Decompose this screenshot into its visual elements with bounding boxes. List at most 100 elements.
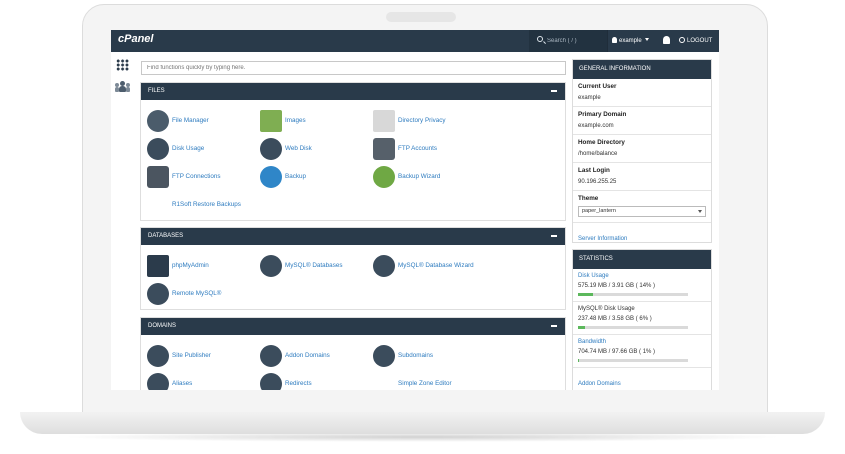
username-label: example xyxy=(619,38,642,44)
addon-domain-icon xyxy=(260,345,282,367)
bandwidth-progress-fill xyxy=(578,359,580,362)
disk-usage-stat-link[interactable]: Disk Usage xyxy=(578,273,706,279)
mysql-disk-usage-progress-fill xyxy=(578,326,585,329)
home-directory-label: Home Directory xyxy=(578,139,625,146)
directory-privacy-label: Directory Privacy xyxy=(398,117,446,124)
files-panel: FILES File Manager Images Directory Priv… xyxy=(140,82,566,221)
disk-usage-stat: Disk Usage 575.19 MB / 3.91 GB ( 14% ) xyxy=(573,269,711,302)
collapse-icon[interactable] xyxy=(551,325,557,327)
subdomain-icon xyxy=(373,345,395,367)
ftp-accounts-label: FTP Accounts xyxy=(398,145,438,152)
cpanel-logo[interactable]: cPanel xyxy=(118,33,153,45)
domains-title: DOMAINS xyxy=(148,323,177,329)
laptop-camera xyxy=(386,12,456,22)
mysql-disk-usage-stat: MySQL® Disk Usage 237.48 MB / 3.58 GB ( … xyxy=(573,302,711,335)
power-icon xyxy=(679,37,685,43)
mysql-disk-usage-stat-value: 237.48 MB / 3.58 GB ( 6% ) xyxy=(578,316,652,322)
remote-database-icon xyxy=(147,283,169,305)
current-user-label: Current User xyxy=(578,83,617,90)
backup-wizard-label: Backup Wizard xyxy=(398,173,441,180)
ftp-connections-label: FTP Connections xyxy=(172,173,221,180)
statistics-header: STATISTICS xyxy=(573,250,711,269)
images-icon xyxy=(260,110,282,132)
web-disk-label: Web Disk xyxy=(285,145,312,152)
redirects-label: Redirects xyxy=(285,380,312,387)
screen: cPanel example LOGOUT FILES File Manager… xyxy=(111,30,719,390)
logout-button[interactable]: LOGOUT xyxy=(679,30,712,52)
simple-zone-editor-label: Simple Zone Editor xyxy=(398,380,452,387)
laptop-base xyxy=(20,412,825,434)
current-user-row: Current User example xyxy=(573,79,711,107)
addon-domains-stat-link[interactable]: Addon Domains xyxy=(578,381,621,387)
search-input[interactable] xyxy=(547,34,603,48)
site-publisher-label: Site Publisher xyxy=(172,352,211,359)
general-information-panel: GENERAL INFORMATION Current User example… xyxy=(572,59,712,243)
collapse-icon[interactable] xyxy=(551,90,557,92)
bandwidth-stat-value: 704.74 MB / 97.66 GB ( 1% ) xyxy=(578,349,656,355)
mysql-disk-usage-progress xyxy=(578,326,688,329)
logout-label: LOGOUT xyxy=(687,38,713,44)
web-disk-icon xyxy=(260,138,282,160)
general-information-header: GENERAL INFORMATION xyxy=(573,60,711,79)
statistics-panel: STATISTICS Disk Usage 575.19 MB / 3.91 G… xyxy=(572,249,712,390)
redirect-icon xyxy=(260,373,282,390)
home-directory-row: Home Directory /home/balance xyxy=(573,135,711,163)
chevron-down-icon xyxy=(644,38,649,41)
phpmyadmin-icon xyxy=(147,255,169,277)
paper-plane-icon xyxy=(147,345,169,367)
last-login-row: Last Login 90.196.255.25 xyxy=(573,163,711,191)
disk-usage-icon xyxy=(147,138,169,160)
databases-header[interactable]: DATABASES xyxy=(141,228,565,245)
bandwidth-progress xyxy=(578,359,688,362)
remote-mysql-label: Remote MySQL® xyxy=(172,290,222,297)
theme-label: Theme xyxy=(578,195,599,202)
files-title: FILES xyxy=(148,88,165,94)
subdomains-label: Subdomains xyxy=(398,352,434,359)
users-icon[interactable] xyxy=(115,81,130,93)
ftp-accounts-icon xyxy=(373,138,395,160)
bandwidth-stat-link[interactable]: Bandwidth xyxy=(578,339,706,345)
user-icon xyxy=(612,37,617,43)
file-manager-icon xyxy=(147,110,169,132)
chevron-down-icon xyxy=(698,210,702,213)
search-icon xyxy=(537,36,543,42)
disk-usage-label: Disk Usage xyxy=(172,145,205,152)
backup-wizard-icon xyxy=(373,166,395,188)
collapse-icon[interactable] xyxy=(551,235,557,237)
r1soft-restore-label: R1Soft Restore Backups xyxy=(172,201,241,208)
databases-panel: DATABASES phpMyAdmin MySQL® Databases My… xyxy=(140,227,566,310)
file-manager-label: File Manager xyxy=(172,117,209,124)
user-menu[interactable]: example xyxy=(607,30,655,52)
search-box[interactable] xyxy=(529,30,607,52)
databases-title: DATABASES xyxy=(148,233,184,239)
clock-icon xyxy=(260,166,282,188)
last-login-label: Last Login xyxy=(578,167,610,174)
mysql-disk-usage-stat-label: MySQL® Disk Usage xyxy=(578,306,635,312)
last-login-value: 90.196.255.25 xyxy=(578,179,617,185)
folder-lock-icon xyxy=(373,110,395,132)
addon-domains-label: Addon Domains xyxy=(285,352,330,359)
left-nav xyxy=(111,52,135,390)
primary-domain-label: Primary Domain xyxy=(578,111,627,118)
primary-domain-value: example.com xyxy=(578,123,614,129)
aliases-label: Aliases xyxy=(172,380,193,387)
phpmyadmin-label: phpMyAdmin xyxy=(172,262,209,269)
domains-header[interactable]: DOMAINS xyxy=(141,318,565,335)
theme-value: paper_lantern xyxy=(582,208,616,214)
primary-domain-row: Primary Domain example.com xyxy=(573,107,711,135)
disk-usage-progress-fill xyxy=(578,293,594,296)
server-information-link[interactable]: Server Information xyxy=(578,236,627,242)
alias-icon xyxy=(147,373,169,390)
domains-panel: DOMAINS Site Publisher Addon Domains Sub… xyxy=(140,317,566,390)
theme-row: Theme paper_lantern xyxy=(573,191,711,223)
bell-icon[interactable] xyxy=(663,36,670,44)
current-user-value: example xyxy=(578,95,601,101)
files-header[interactable]: FILES xyxy=(141,83,565,100)
grid-icon[interactable] xyxy=(116,59,129,71)
disk-usage-stat-value: 575.19 MB / 3.91 GB ( 14% ) xyxy=(578,283,656,289)
theme-select[interactable]: paper_lantern xyxy=(578,206,706,217)
dns-icon xyxy=(373,373,395,390)
truck-icon xyxy=(147,166,169,188)
find-functions-input[interactable] xyxy=(141,61,566,75)
top-bar: cPanel example LOGOUT xyxy=(111,30,719,52)
